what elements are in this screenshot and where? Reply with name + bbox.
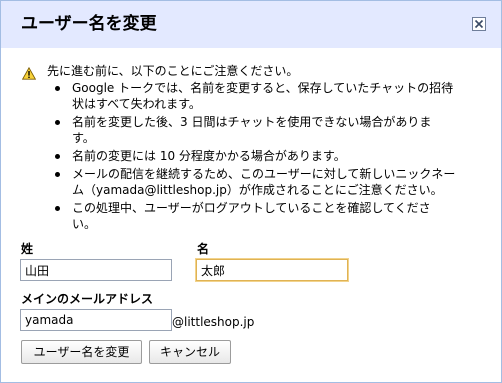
first-name-label: 名	[197, 242, 210, 256]
close-icon[interactable]	[472, 17, 486, 31]
email-domain: @littleshop.jp	[172, 315, 255, 329]
bullet-icon	[55, 172, 60, 177]
dialog-title: ユーザー名を変更	[21, 14, 157, 34]
rename-user-button[interactable]: ユーザー名を変更	[21, 340, 142, 364]
last-name-input[interactable]	[20, 259, 172, 281]
rename-user-dialog: ユーザー名を変更 先に進む前に、以下のことにご注意ください。 Google トー…	[0, 0, 502, 383]
last-name-label: 姓	[21, 242, 34, 256]
warning-intro: 先に進む前に、以下のことにご注意ください。	[47, 64, 299, 78]
list-item: この処理中、ユーザーがログアウトしていることを確認してくださ い。	[45, 200, 475, 232]
email-label: メインのメールアドレス	[21, 292, 154, 306]
dialog-titlebar: ユーザー名を変更	[1, 1, 501, 48]
warning-list: Google トークでは、名前を変更すると、保存していたチャットの招待 状はすべ…	[45, 80, 475, 234]
list-item-text: 名前を変更した後、3 日間はチャットを使用できない場合がありま す。	[72, 115, 432, 145]
warning-icon	[21, 65, 37, 84]
first-name-input[interactable]	[196, 259, 348, 281]
bullet-icon	[55, 206, 60, 211]
bullet-icon	[55, 154, 60, 159]
list-item: メールの配信を継続するため、このユーザーに対して新しいニックネー ム（yamad…	[45, 166, 475, 198]
email-input[interactable]	[20, 309, 172, 331]
bullet-icon	[55, 120, 60, 125]
list-item-text: メールの配信を継続するため、このユーザーに対して新しいニックネー ム（yamad…	[72, 167, 456, 197]
bullet-icon	[55, 86, 60, 91]
cancel-button[interactable]: キャンセル	[149, 340, 231, 364]
list-item: Google トークでは、名前を変更すると、保存していたチャットの招待 状はすべ…	[45, 80, 475, 112]
list-item-text: Google トークでは、名前を変更すると、保存していたチャットの招待 状はすべ…	[72, 81, 454, 111]
list-item-text: この処理中、ユーザーがログアウトしていることを確認してくださ い。	[72, 201, 431, 231]
list-item: 名前の変更には 10 分程度かかる場合があります。	[45, 148, 475, 164]
list-item-text: 名前の変更には 10 分程度かかる場合があります。	[72, 149, 346, 163]
list-item: 名前を変更した後、3 日間はチャットを使用できない場合がありま す。	[45, 114, 475, 146]
